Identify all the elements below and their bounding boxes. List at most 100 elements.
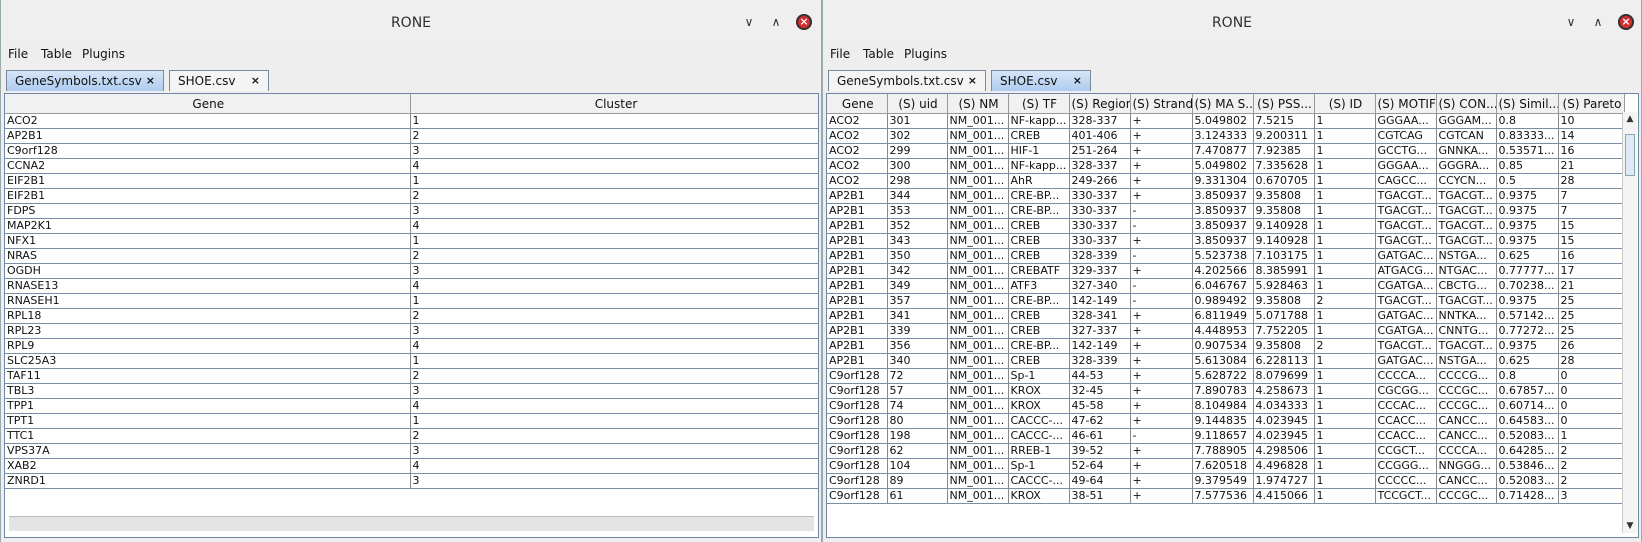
menu-plugins[interactable]: Plugins <box>904 47 947 61</box>
table-row[interactable]: C9orf128 74 NM_001... KROX 45-58 +8.104984 4.0… <box>827 398 1625 414</box>
table-cell[interactable]: CCCCA... <box>1375 368 1437 384</box>
table-cell[interactable]: 0.9375 <box>1496 338 1559 354</box>
table-cell[interactable]: 5.628722 <box>1192 368 1254 384</box>
table-cell[interactable]: 4 <box>410 158 818 174</box>
table-cell[interactable]: ACO2 <box>827 158 888 174</box>
table-cell[interactable]: 341 <box>887 308 948 324</box>
table-cell[interactable]: AP2B1 <box>827 233 888 249</box>
table-cell[interactable]: 328-339 <box>1069 248 1131 264</box>
table-cell[interactable]: 25 <box>1558 323 1625 339</box>
table-row[interactable]: OGDH 3 <box>5 263 818 279</box>
table-cell[interactable]: 28 <box>1558 173 1625 189</box>
table-cell[interactable]: 9.200311 <box>1253 128 1315 144</box>
table-cell[interactable]: 8.104984 <box>1192 398 1254 414</box>
table-cell[interactable]: SLC25A3 <box>5 353 411 369</box>
column-header[interactable]: (S) ID <box>1314 94 1376 114</box>
table-row[interactable]: AP2B1 342 NM_001... CREBATF 329-337 +4.202566… <box>827 263 1625 279</box>
table-cell[interactable]: 1 <box>1314 413 1376 429</box>
horizontal-scrollbar[interactable] <box>9 516 814 531</box>
table-cell[interactable]: 9.144835 <box>1192 413 1254 429</box>
table-cell[interactable]: CCACC... <box>1375 428 1437 444</box>
table-cell[interactable]: 1 <box>410 233 818 249</box>
table-cell[interactable]: 142-149 <box>1069 293 1131 309</box>
table-cell[interactable]: 4.202566 <box>1192 263 1254 279</box>
table-cell[interactable]: AP2B1 <box>5 128 411 144</box>
table-cell[interactable]: CBCTG... <box>1436 278 1497 294</box>
table-cell[interactable]: 3 <box>410 473 818 489</box>
table-cell[interactable]: 0.52083... <box>1496 473 1559 489</box>
table-cell[interactable]: 1 <box>410 413 818 429</box>
table-cell[interactable]: ATGACG... <box>1375 263 1437 279</box>
table-cell[interactable]: 21 <box>1558 158 1625 174</box>
table-cell[interactable]: + <box>1130 473 1193 489</box>
table-cell[interactable]: 330-337 <box>1069 188 1131 204</box>
table-cell[interactable]: 3 <box>410 143 818 159</box>
table-cell[interactable]: TGACGT... <box>1375 203 1437 219</box>
table-cell[interactable]: 80 <box>887 413 948 429</box>
table-cell[interactable]: 0.9375 <box>1496 203 1559 219</box>
table-cell[interactable]: CCCCC... <box>1375 473 1437 489</box>
table-cell[interactable]: 57 <box>887 383 948 399</box>
table-cell[interactable]: ACO2 <box>5 113 411 129</box>
table-cell[interactable]: 1 <box>1314 218 1376 234</box>
table-cell[interactable]: 1 <box>1314 383 1376 399</box>
column-header[interactable]: (S) Pareto <box>1558 94 1625 114</box>
menu-file[interactable]: File <box>8 47 28 61</box>
table-cell[interactable]: ACO2 <box>827 128 888 144</box>
table-row[interactable]: ACO2 301 NM_001... NF-kapp... 328-337 +5.0498… <box>827 113 1625 129</box>
table-cell[interactable]: TGACGT... <box>1375 218 1437 234</box>
table-cell[interactable]: CAGCC... <box>1375 173 1437 189</box>
table-cell[interactable]: 3.850937 <box>1192 188 1254 204</box>
table-cell[interactable]: 0.989492 <box>1192 293 1254 309</box>
table-cell[interactable]: NRAS <box>5 248 411 264</box>
table-cell[interactable]: AP2B1 <box>827 218 888 234</box>
table-cell[interactable]: 4.415066 <box>1253 488 1315 504</box>
table-cell[interactable]: 5.071788 <box>1253 308 1315 324</box>
table-cell[interactable]: TGACGT... <box>1375 233 1437 249</box>
table-cell[interactable]: 1 <box>1314 158 1376 174</box>
table-cell[interactable]: 10 <box>1558 113 1625 129</box>
table-cell[interactable]: 21 <box>1558 278 1625 294</box>
table-cell[interactable]: NM_001... <box>947 263 1009 279</box>
table-row[interactable]: ACO2 300 NM_001... NF-kapp... 328-337 +5.0498… <box>827 158 1625 174</box>
close-window-icon[interactable]: × <box>1618 14 1634 30</box>
table-cell[interactable]: AhR <box>1008 173 1070 189</box>
table-cell[interactable]: CCACC... <box>1375 413 1437 429</box>
table-cell[interactable]: 72 <box>887 368 948 384</box>
table-cell[interactable]: CGATGA... <box>1375 323 1437 339</box>
table-cell[interactable]: 330-337 <box>1069 233 1131 249</box>
title-bar[interactable]: RONE ∨ ∧ × <box>823 0 1641 46</box>
table-cell[interactable]: CANCC... <box>1436 473 1497 489</box>
table-cell[interactable]: NM_001... <box>947 443 1009 459</box>
table-row[interactable]: AP2B1 341 NM_001... CREB 328-341 +6.811949 5.0… <box>827 308 1625 324</box>
table-cell[interactable]: CCCCA... <box>1436 443 1497 459</box>
table-cell[interactable]: 0.8 <box>1496 113 1559 129</box>
table-cell[interactable]: 328-337 <box>1069 158 1131 174</box>
table-cell[interactable]: 0.70238... <box>1496 278 1559 294</box>
table-cell[interactable]: TGACGT... <box>1436 203 1497 219</box>
table-cell[interactable]: + <box>1130 158 1193 174</box>
table-cell[interactable]: TBL3 <box>5 383 411 399</box>
table-cell[interactable]: CCYCN... <box>1436 173 1497 189</box>
table-cell[interactable]: 1 <box>1314 248 1376 264</box>
table-cell[interactable]: 1 <box>1314 458 1376 474</box>
table-cell[interactable]: NM_001... <box>947 218 1009 234</box>
table-cell[interactable]: 356 <box>887 338 948 354</box>
table-cell[interactable]: AP2B1 <box>827 278 888 294</box>
table-row[interactable]: C9orf128 80 NM_001... CACCC-... 47-62 +9.1448… <box>827 413 1625 429</box>
table-cell[interactable]: 16 <box>1558 143 1625 159</box>
close-tab-icon[interactable]: × <box>251 71 260 91</box>
table-cell[interactable]: 0 <box>1558 383 1625 399</box>
table-cell[interactable]: 7.92385 <box>1253 143 1315 159</box>
column-header[interactable]: Gene <box>5 94 411 114</box>
table-cell[interactable]: 32-45 <box>1069 383 1131 399</box>
table-cell[interactable]: CREB <box>1008 353 1070 369</box>
table-cell[interactable]: 1 <box>1314 308 1376 324</box>
table-cell[interactable]: NM_001... <box>947 323 1009 339</box>
table-cell[interactable]: CCGCT... <box>1375 443 1437 459</box>
table-cell[interactable]: GATGAC... <box>1375 248 1437 264</box>
table-cell[interactable]: ACO2 <box>827 173 888 189</box>
table-cell[interactable]: 352 <box>887 218 948 234</box>
table-cell[interactable]: 2 <box>1314 338 1376 354</box>
table-cell[interactable]: 1 <box>410 113 818 129</box>
